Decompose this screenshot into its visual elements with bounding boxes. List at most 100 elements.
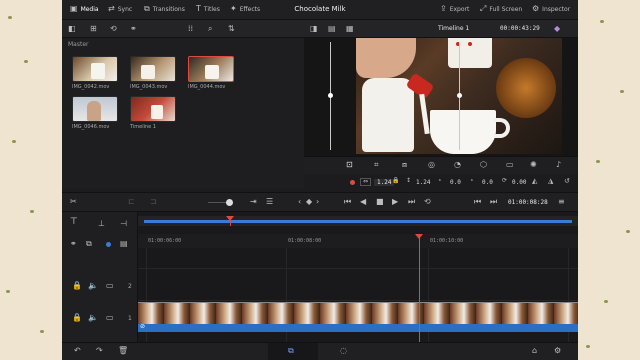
lens-correction-icon[interactable]: ▭ <box>506 161 514 169</box>
track-lock-icon[interactable]: 🔒 <box>72 314 82 322</box>
viewer-mode-icon[interactable]: ▦ <box>346 25 354 33</box>
full-screen-button[interactable]: ⤢ Full Screen <box>480 5 522 13</box>
transform-icon[interactable]: ⊡ <box>346 161 353 169</box>
link-clips-icon[interactable]: ⚭ <box>70 240 77 248</box>
play-reverse-icon[interactable]: ◀ <box>360 198 366 206</box>
blade-tool-icon[interactable]: ⊥ <box>98 220 105 228</box>
speed-icon[interactable]: ◔ <box>454 161 461 169</box>
bin-name[interactable]: Master <box>68 41 89 48</box>
composite-icon[interactable]: ◎ <box>428 161 435 169</box>
grid-view-icon[interactable]: ⁞⁞ <box>188 25 193 33</box>
home-icon[interactable]: ⌂ <box>532 347 537 355</box>
track-lock-icon[interactable]: 🔒 <box>72 282 82 290</box>
stabilize-icon[interactable]: ⬡ <box>480 161 487 169</box>
viewer-layout-icon[interactable]: ◨ <box>310 25 318 33</box>
track-number: 2 <box>128 283 132 290</box>
timeline-overview[interactable] <box>138 216 578 226</box>
keyframe-icon[interactable] <box>350 180 355 185</box>
zoom-y-value[interactable]: 1.24 <box>416 179 430 186</box>
trim-end-icon[interactable]: ⊐ <box>150 198 157 206</box>
flip-icon[interactable]: ◭ <box>532 178 537 185</box>
clip-thumbnail[interactable]: IMG_0042.mov <box>72 56 118 90</box>
reset-icon[interactable]: ↺ <box>564 178 570 185</box>
playhead[interactable] <box>419 234 420 342</box>
color-page-icon[interactable]: ◌ <box>340 347 347 355</box>
loop-icon[interactable]: ⟲ <box>424 198 431 206</box>
audio-mute-icon[interactable]: 🔈 <box>88 282 98 290</box>
prev-marker-icon[interactable]: ‹ <box>298 198 301 206</box>
delete-icon[interactable]: 🗑 <box>118 347 128 355</box>
video-enable-icon[interactable]: ▭ <box>106 314 114 322</box>
video-viewer[interactable] <box>304 38 578 156</box>
timeline-name[interactable]: Timeline 1 <box>438 25 469 32</box>
position-x-icon: ⋆ <box>438 177 442 184</box>
video-enable-icon[interactable]: ▭ <box>106 282 114 290</box>
crop-icon[interactable]: ⌗ <box>374 161 379 169</box>
import-media-icon[interactable]: ⊞ <box>90 25 97 33</box>
settings-icon[interactable]: ⚙ <box>554 347 561 355</box>
safe-area-icon[interactable]: ▤ <box>328 25 336 33</box>
cut-page-tab[interactable]: ⧉ <box>268 343 318 360</box>
clip-thumbnail[interactable]: IMG_0043.mov <box>130 56 176 90</box>
playhead-handle[interactable] <box>415 234 423 239</box>
audio-waveform[interactable] <box>138 324 578 332</box>
sync-media-icon[interactable]: ⟲ <box>110 25 117 33</box>
viewer-timecode: 00:00:43:29 <box>500 25 540 32</box>
next-marker-icon[interactable]: › <box>316 198 319 206</box>
undo-icon[interactable]: ↶ <box>74 347 81 355</box>
clip-label: IMG_0044.mov <box>188 84 226 90</box>
height-icon: ↕ <box>406 177 412 184</box>
timeline-thumbnail[interactable]: Timeline 1 <box>130 96 176 130</box>
go-to-end-icon[interactable]: ⏭ <box>408 198 415 206</box>
next-edit-icon[interactable]: ⏭ <box>490 198 497 206</box>
retime-icon[interactable]: ✺ <box>530 161 537 169</box>
video-clip[interactable] <box>138 302 578 324</box>
media-pool: Master IMG_0042.mov IMG_0043.mov IMG_004… <box>62 38 304 188</box>
media-pool-toolbar: ◧ ⊞ ⟲ ⚭ ⁞⁞ ⌕ ⇅ <box>62 20 304 38</box>
redo-icon[interactable]: ↷ <box>96 347 103 355</box>
scrub-knob[interactable] <box>226 199 233 206</box>
tools-icon[interactable]: ✂ <box>70 198 77 206</box>
go-to-start-icon[interactable]: ⏮ <box>344 198 351 206</box>
clip-thumbnail-selected[interactable]: IMG_0044.mov <box>188 56 234 90</box>
position-x-value[interactable]: 0.0 <box>450 179 461 186</box>
inspector-button[interactable]: ⚙ Inspector <box>532 5 570 13</box>
timeline[interactable]: 01:00:06:00 01:00:08:00 01:00:10:00 ⊘ <box>138 212 578 342</box>
snapping-icon[interactable]: ⧉ <box>86 240 92 248</box>
sort-icon[interactable]: ⇅ <box>228 25 235 33</box>
position-y-value[interactable]: 0.0 <box>482 179 493 186</box>
audio-icon[interactable]: ♪ <box>556 161 561 169</box>
zoom-icon[interactable]: ⇔ <box>360 178 372 186</box>
track-number: 1 <box>128 315 132 322</box>
position-lock-icon[interactable] <box>106 242 111 247</box>
menu-icon[interactable]: ≡ <box>558 198 565 206</box>
search-icon[interactable]: ⌕ <box>208 25 212 33</box>
export-label: Export <box>449 5 470 13</box>
color-icon[interactable]: ◆ <box>554 25 560 33</box>
position-y-icon: ⋆ <box>470 177 474 184</box>
slip-tool-icon[interactable]: ⊣ <box>120 220 127 228</box>
clip-thumbnail[interactable]: IMG_0046.mov <box>72 96 118 130</box>
transport-timecode: 01:00:08:28 <box>508 199 548 206</box>
export-button[interactable]: ⇪ Export <box>440 5 469 13</box>
stop-icon[interactable]: ■ <box>376 198 384 206</box>
curve-handle[interactable] <box>328 93 333 98</box>
selection-icon[interactable]: ⇥ <box>250 198 257 206</box>
panel-toggle-icon[interactable]: ◧ <box>68 25 76 33</box>
trim-start-icon[interactable]: ⊏ <box>128 198 135 206</box>
adjust-icon[interactable]: ☰ <box>266 198 273 206</box>
audio-mute-icon[interactable]: 🔈 <box>88 314 98 322</box>
link-icon[interactable]: ⚭ <box>130 25 137 33</box>
curve-handle[interactable] <box>457 93 462 98</box>
transport-bar: ✂ ⊏ ⊐ ⇥ ☰ ‹ ◆ › ⏮ ◀ ■ ▶ ⏭ ⟲ ⏮ ⏭ 01:00:08… <box>62 192 578 212</box>
marker-icon[interactable]: ◆ <box>306 198 312 206</box>
previous-edit-icon[interactable]: ⏮ <box>474 198 481 206</box>
timeline-ruler[interactable]: 01:00:06:00 01:00:08:00 01:00:10:00 <box>138 234 578 248</box>
lock-icon[interactable]: 🔒 <box>392 178 399 184</box>
mirror-icon[interactable]: ◮ <box>548 178 553 185</box>
trim-tool-icon[interactable]: ⊤ <box>70 218 78 227</box>
rotation-value[interactable]: 0.00 <box>512 179 526 186</box>
play-icon[interactable]: ▶ <box>392 198 398 206</box>
dynamic-zoom-icon[interactable]: ⧈ <box>402 161 407 169</box>
audio-meter-icon[interactable]: ▤ <box>120 240 128 248</box>
